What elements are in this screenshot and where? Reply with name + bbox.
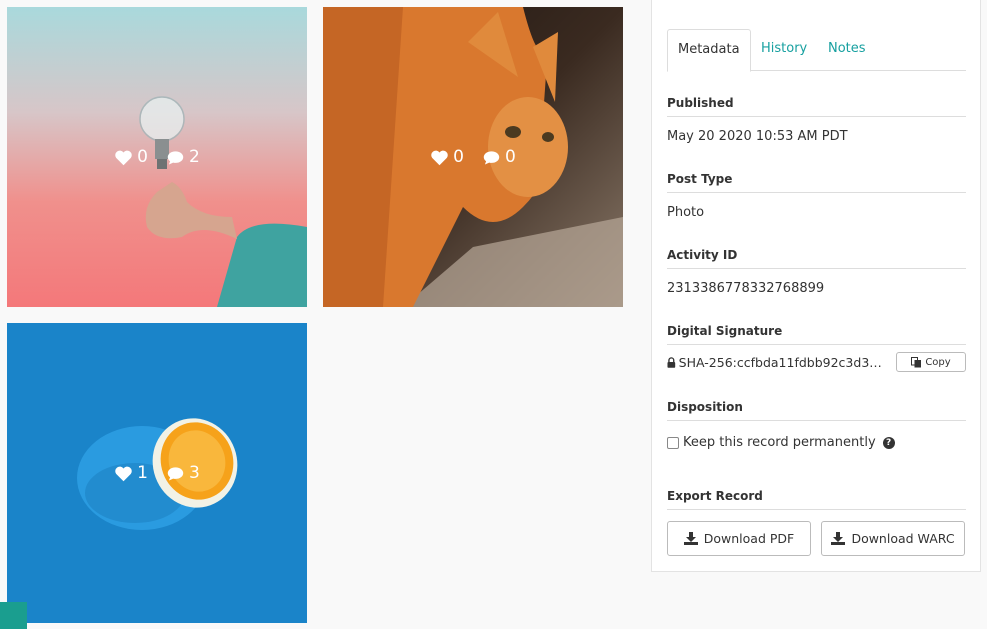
disposition-label: Disposition (667, 400, 966, 421)
download-icon (683, 532, 698, 545)
keep-permanently-row: Keep this record permanently ? (667, 435, 895, 450)
download-pdf-label: Download PDF (703, 531, 795, 546)
copy-button[interactable]: Copy (896, 352, 966, 372)
keep-permanently-checkbox[interactable] (667, 436, 679, 449)
copy-icon (911, 356, 922, 367)
like-count: 0 (453, 147, 464, 167)
photo-tile-cat[interactable]: 0 0 (323, 7, 623, 307)
photo-tile-orange[interactable]: 1 3 (7, 323, 307, 623)
help-widget-tab[interactable] (0, 602, 27, 629)
like-count: 1 (137, 463, 148, 483)
keep-permanently-label: Keep this record permanently (683, 435, 876, 450)
speech-bubble-icon (167, 466, 184, 480)
heart-icon (115, 150, 132, 165)
download-warc-button[interactable]: Download WARC (821, 521, 965, 556)
activity-id-value: 2313386778332768899 (667, 281, 825, 296)
export-record-label: Export Record (667, 489, 966, 510)
speech-bubble-icon (483, 150, 500, 164)
photo-tile-lightbulb[interactable]: 0 2 (7, 7, 307, 307)
download-icon (831, 532, 846, 545)
like-count: 0 (137, 147, 148, 167)
comment-count: 3 (189, 463, 200, 483)
signature-value: SHA-256:ccfbda11fdbb92c3d34d... (667, 355, 889, 370)
signature-text: SHA-256:ccfbda11fdbb92c3d34d... (678, 354, 889, 370)
detail-tabs: Metadata History Notes (667, 29, 966, 72)
download-pdf-button[interactable]: Download PDF (667, 521, 811, 556)
post-type-label: Post Type (667, 172, 966, 193)
post-type-value: Photo (667, 205, 705, 220)
activity-id-label: Activity ID (667, 248, 966, 269)
comment-count: 2 (189, 147, 200, 167)
tab-history[interactable]: History (751, 29, 817, 71)
record-detail-panel: Metadata History Notes Published May 20 … (651, 0, 981, 572)
published-label: Published (667, 96, 966, 117)
comment-count: 0 (505, 147, 516, 167)
copy-button-label: Copy (925, 356, 951, 368)
signature-row: SHA-256:ccfbda11fdbb92c3d34d... Copy (667, 351, 966, 373)
heart-icon (431, 150, 448, 165)
lock-icon (667, 356, 676, 368)
question-circle-icon[interactable]: ? (882, 436, 895, 449)
download-warc-label: Download WARC (851, 531, 955, 546)
tab-notes[interactable]: Notes (818, 29, 876, 71)
heart-icon (115, 466, 132, 481)
digital-signature-label: Digital Signature (667, 324, 966, 345)
speech-bubble-icon (167, 150, 184, 164)
published-value: May 20 2020 10:53 AM PDT (667, 129, 848, 144)
tab-metadata[interactable]: Metadata (667, 29, 751, 72)
